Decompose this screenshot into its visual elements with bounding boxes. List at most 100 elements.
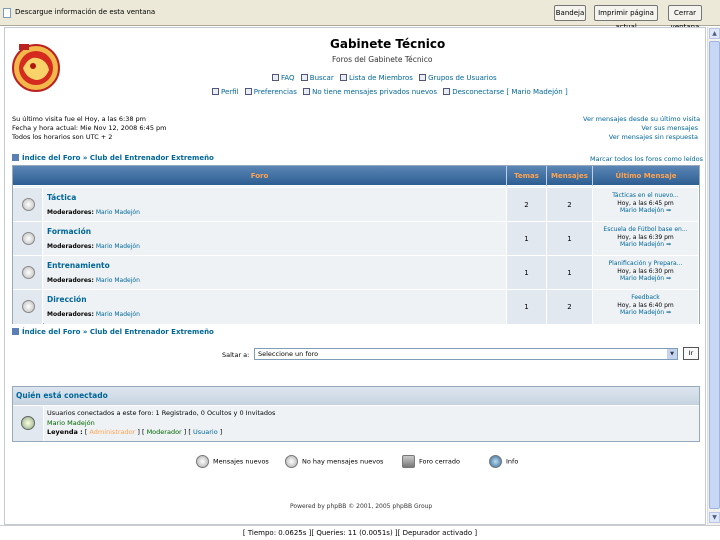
moderator-link[interactable]: Mario Madejón bbox=[96, 277, 140, 284]
forum-name-link[interactable]: Entrenamiento bbox=[47, 261, 110, 270]
nav-row-top: FAQ Buscar Lista de Miembros Grupos de U… bbox=[268, 74, 497, 82]
view-latest-post-icon[interactable]: ⇛ bbox=[666, 241, 671, 248]
table-row: Táctica Moderadores: Mario Madejón 2 2 T… bbox=[13, 187, 699, 222]
forum-jump-select[interactable]: Seleccione un foro ▼ bbox=[254, 348, 678, 360]
nav-groups[interactable]: Grupos de Usuarios bbox=[428, 74, 497, 82]
tray-button[interactable]: Bandeja bbox=[554, 5, 586, 21]
table-header: Foro Temas Mensajes Último Mensaje bbox=[13, 166, 699, 186]
last-post-user-link[interactable]: Mario Madejón bbox=[620, 207, 664, 214]
scroll-thumb[interactable] bbox=[709, 41, 720, 509]
online-user-link[interactable]: Mario Madejón bbox=[47, 419, 95, 427]
last-post-title-link[interactable]: Feedback bbox=[593, 294, 698, 302]
last-post-date: Hoy, a las 6:40 pm bbox=[617, 301, 674, 309]
debug-footer: [ Tiempo: 0.0625s ][ Queries: 11 (0.0051… bbox=[0, 525, 720, 540]
members-icon bbox=[339, 74, 347, 81]
powered-by[interactable]: Powered by phpBB © 2001, 2005 phpBB Grou… bbox=[290, 503, 432, 510]
nav-private-messages[interactable]: No tiene mensajes privados nuevos bbox=[312, 88, 437, 96]
last-visit-text: Su último visita fue el Hoy, a las 6:38 … bbox=[12, 115, 147, 123]
go-button[interactable]: Ir bbox=[683, 347, 699, 360]
chevron-down-icon[interactable]: ▼ bbox=[667, 349, 677, 359]
last-post-user-link[interactable]: Mario Madejón bbox=[620, 309, 664, 316]
jump-selected-value: Seleccione un foro bbox=[258, 350, 319, 358]
new-posts-icon bbox=[196, 455, 209, 468]
mark-all-read-link[interactable]: Marcar todos los foros como leídos bbox=[590, 155, 703, 163]
last-post-date: Hoy, a las 6:45 pm bbox=[617, 199, 674, 207]
whos-online-icon bbox=[21, 416, 35, 430]
profile-icon bbox=[212, 88, 219, 95]
scroll-up-icon[interactable]: ▲ bbox=[709, 28, 720, 39]
last-post-user-link[interactable]: Mario Madejón bbox=[620, 241, 664, 248]
browser-toolbar: Descargue información de esta ventana Ba… bbox=[0, 0, 720, 31]
link-unanswered[interactable]: Ver mensajes sin respuesta bbox=[583, 133, 698, 142]
nav-row-bottom: Perfil Preferencias No tiene mensajes pr… bbox=[208, 88, 568, 96]
faq-icon bbox=[272, 74, 279, 81]
print-button[interactable]: Imprimir página actual bbox=[594, 5, 658, 31]
club-logo-icon bbox=[12, 44, 60, 92]
posts-count: 2 bbox=[547, 188, 593, 222]
nav-members[interactable]: Lista de Miembros bbox=[349, 74, 413, 82]
lock-icon bbox=[402, 455, 415, 468]
moderator-link[interactable]: Mario Madejón bbox=[96, 311, 140, 318]
moderator-link[interactable]: Mario Madejón bbox=[96, 209, 140, 216]
col-topics: Temas bbox=[507, 166, 547, 186]
last-post-title-link[interactable]: Planificación y Prepara... bbox=[593, 260, 698, 268]
no-new-posts-icon bbox=[22, 266, 35, 279]
last-post-title-link[interactable]: Escuela de Fútbol base en... bbox=[593, 226, 698, 234]
online-users-text: Usuarios conectados a este foro: 1 Regis… bbox=[47, 409, 276, 417]
breadcrumb[interactable]: Índice del Foro » Club del Entrenador Ex… bbox=[12, 154, 214, 162]
nav-profile[interactable]: Perfil bbox=[221, 88, 239, 96]
last-post-date: Hoy, a las 6:30 pm bbox=[617, 267, 674, 275]
search-links: Ver mensajes desde su último visita Ver … bbox=[583, 115, 700, 142]
role-legend: Leyenda : [ Administrador ] [ Moderador … bbox=[47, 428, 223, 436]
link-your-posts[interactable]: Ver sus mensajes bbox=[583, 124, 698, 133]
legend-locked: Foro cerrado bbox=[402, 455, 460, 468]
moderators: Moderadores: Mario Madejón bbox=[47, 277, 140, 284]
forum-name-link[interactable]: Dirección bbox=[47, 295, 87, 304]
topics-count: 1 bbox=[507, 222, 547, 256]
current-time-text: Fecha y hora actual: Mie Nov 12, 2008 6:… bbox=[12, 124, 167, 132]
forum-index-icon bbox=[12, 154, 19, 161]
view-latest-post-icon[interactable]: ⇛ bbox=[666, 275, 671, 282]
no-new-posts-icon bbox=[22, 198, 35, 211]
col-last-post: Último Mensaje bbox=[615, 172, 677, 180]
view-latest-post-icon[interactable]: ⇛ bbox=[666, 207, 671, 214]
last-post-date: Hoy, a las 6:39 pm bbox=[617, 233, 674, 241]
last-post: Escuela de Fútbol base en... Hoy, a las … bbox=[593, 222, 699, 256]
close-button[interactable]: Cerrar ventana bbox=[668, 5, 702, 31]
link-new-posts[interactable]: Ver mensajes desde su último visita bbox=[583, 115, 700, 124]
search-icon bbox=[300, 74, 308, 81]
posts-count: 1 bbox=[547, 222, 593, 256]
session-info: Su último visita fue el Hoy, a las 6:38 … bbox=[12, 115, 167, 142]
timezone-text: Todos los horarios son UTC + 2 bbox=[12, 133, 113, 141]
col-posts: Mensajes bbox=[547, 166, 593, 186]
table-row: Formación Moderadores: Mario Madejón 1 1… bbox=[13, 221, 699, 256]
table-row: Dirección Moderadores: Mario Madejón 1 2… bbox=[13, 289, 699, 324]
nav-logout[interactable]: Desconectarse [ Mario Madejón ] bbox=[452, 88, 567, 96]
nav-preferences[interactable]: Preferencias bbox=[254, 88, 297, 96]
vertical-scrollbar[interactable]: ▲ ▼ bbox=[707, 27, 720, 525]
moderator-link[interactable]: Mario Madejón bbox=[96, 243, 140, 250]
forum-name-link[interactable]: Formación bbox=[47, 227, 91, 236]
view-latest-post-icon[interactable]: ⇛ bbox=[666, 309, 671, 316]
posts-count: 2 bbox=[547, 290, 593, 324]
breadcrumb-bottom[interactable]: Índice del Foro » Club del Entrenador Ex… bbox=[12, 328, 214, 336]
legend-info: Info bbox=[489, 455, 518, 468]
no-new-posts-icon bbox=[22, 300, 35, 313]
status-text: Descargue información de esta ventana bbox=[15, 8, 156, 16]
legend-no-new-posts: No hay mensajes nuevos bbox=[285, 455, 383, 468]
preferences-icon bbox=[244, 88, 252, 95]
whos-online-title[interactable]: Quién está conectado bbox=[13, 387, 699, 405]
posts-count: 1 bbox=[547, 256, 593, 290]
last-post-title-link[interactable]: Tácticas en el nuevo... bbox=[593, 192, 698, 200]
nav-search[interactable]: Buscar bbox=[310, 74, 334, 82]
topics-count: 1 bbox=[507, 256, 547, 290]
forum-name-link[interactable]: Táctica bbox=[47, 193, 76, 202]
nav-faq[interactable]: FAQ bbox=[281, 74, 295, 82]
last-post-user-link[interactable]: Mario Madejón bbox=[620, 275, 664, 282]
scroll-down-icon[interactable]: ▼ bbox=[709, 512, 720, 523]
jump-label: Saltar a: bbox=[222, 351, 250, 359]
moderators: Moderadores: Mario Madejón bbox=[47, 243, 140, 250]
groups-icon bbox=[419, 74, 427, 81]
topics-count: 2 bbox=[507, 188, 547, 222]
logout-icon bbox=[443, 88, 451, 95]
